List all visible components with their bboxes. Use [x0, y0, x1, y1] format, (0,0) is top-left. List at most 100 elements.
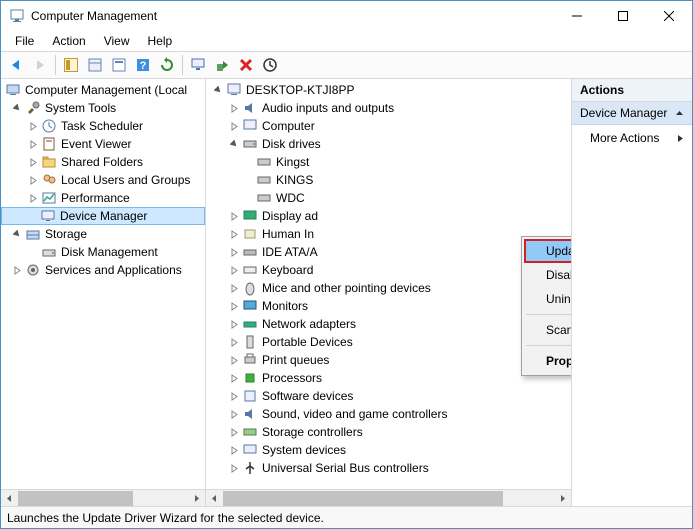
back-icon[interactable]: [5, 54, 27, 76]
tree-item[interactable]: Local Users and Groups: [1, 171, 205, 189]
expand-icon[interactable]: [228, 390, 240, 402]
expand-icon[interactable]: [228, 228, 240, 240]
uninstall-icon[interactable]: [235, 54, 257, 76]
scrollbar-horizontal[interactable]: [1, 489, 205, 506]
expand-icon[interactable]: [228, 354, 240, 366]
more-actions[interactable]: More Actions: [572, 125, 692, 151]
scroll-thumb[interactable]: [223, 491, 503, 506]
expand-icon[interactable]: [228, 246, 240, 258]
dev-category[interactable]: Mice and other pointing devices: [206, 279, 571, 297]
tree-root[interactable]: Computer Management (Local: [1, 81, 205, 99]
dev-category[interactable]: Computer: [206, 117, 571, 135]
scroll-right-icon[interactable]: [554, 490, 571, 507]
dev-category[interactable]: Network adapters: [206, 315, 571, 333]
scroll-left-icon[interactable]: [1, 490, 18, 507]
dev-category[interactable]: Print queues: [206, 351, 571, 369]
tree-systools[interactable]: System Tools: [1, 99, 205, 117]
collapse-icon[interactable]: [228, 138, 240, 150]
dev-category[interactable]: Universal Serial Bus controllers: [206, 459, 571, 477]
console-tree[interactable]: Computer Management (Local System Tools …: [1, 79, 205, 489]
expand-icon[interactable]: [228, 444, 240, 456]
dev-root[interactable]: DESKTOP-KTJI8PP: [206, 81, 571, 99]
update-driver-icon[interactable]: [211, 54, 233, 76]
menu-file[interactable]: File: [7, 32, 42, 50]
menu-view[interactable]: View: [96, 32, 138, 50]
dev-category[interactable]: Software devices: [206, 387, 571, 405]
expand-icon[interactable]: [27, 138, 39, 150]
scrollbar-horizontal[interactable]: [206, 489, 571, 506]
expand-icon[interactable]: [27, 120, 39, 132]
forward-icon[interactable]: [29, 54, 51, 76]
ctx-uninstall-device[interactable]: Uninstall device: [524, 287, 572, 311]
dev-category[interactable]: Processors: [206, 369, 571, 387]
dev-category[interactable]: Sound, video and game controllers: [206, 405, 571, 423]
menu-help[interactable]: Help: [140, 32, 181, 50]
expand-icon[interactable]: [228, 102, 240, 114]
dev-category[interactable]: Human In: [206, 225, 571, 243]
disk-icon: [242, 136, 258, 152]
ctx-scan-hardware[interactable]: Scan for hardware changes: [524, 318, 572, 342]
expand-icon[interactable]: [11, 264, 23, 276]
tree-services[interactable]: Services and Applications: [1, 261, 205, 279]
expand-icon[interactable]: [228, 426, 240, 438]
properties-icon[interactable]: [84, 54, 106, 76]
device-tree[interactable]: DESKTOP-KTJI8PP Audio inputs and outputs…: [206, 79, 571, 489]
collapse-icon[interactable]: [11, 228, 23, 240]
expand-icon[interactable]: [27, 174, 39, 186]
monitor-icon[interactable]: [187, 54, 209, 76]
tree-item[interactable]: Disk Management: [1, 243, 205, 261]
dev-disk-drives[interactable]: Disk drives: [206, 135, 571, 153]
expand-icon[interactable]: [228, 318, 240, 330]
maximize-button[interactable]: [600, 1, 646, 31]
export-icon[interactable]: [108, 54, 130, 76]
scroll-thumb[interactable]: [18, 491, 133, 506]
left-pane: Computer Management (Local System Tools …: [1, 79, 206, 506]
expand-icon[interactable]: [27, 192, 39, 204]
expand-icon[interactable]: [228, 210, 240, 222]
tree-storage[interactable]: Storage: [1, 225, 205, 243]
app-icon: [9, 8, 25, 24]
disk-mgmt-icon: [41, 244, 57, 260]
dev-category[interactable]: IDE ATA/A: [206, 243, 571, 261]
show-hide-tree-icon[interactable]: [60, 54, 82, 76]
dev-category[interactable]: Portable Devices: [206, 333, 571, 351]
minimize-button[interactable]: [554, 1, 600, 31]
scroll-right-icon[interactable]: [188, 490, 205, 507]
tree-item-device-manager[interactable]: Device Manager: [1, 207, 205, 225]
tree-item[interactable]: Event Viewer: [1, 135, 205, 153]
tree-item[interactable]: Performance: [1, 189, 205, 207]
expand-icon[interactable]: [228, 300, 240, 312]
menu-action[interactable]: Action: [44, 32, 93, 50]
tree-item[interactable]: Task Scheduler: [1, 117, 205, 135]
tree-item[interactable]: Shared Folders: [1, 153, 205, 171]
dev-disk-item[interactable]: KINGS: [206, 171, 571, 189]
dev-disk-item[interactable]: WDC: [206, 189, 571, 207]
close-button[interactable]: [646, 1, 692, 31]
ctx-disable-device[interactable]: Disable device: [524, 263, 572, 287]
scroll-left-icon[interactable]: [206, 490, 223, 507]
collapse-icon[interactable]: [11, 102, 23, 114]
actions-section[interactable]: Device Manager: [572, 102, 692, 125]
expand-icon[interactable]: [228, 372, 240, 384]
scan-hardware-icon[interactable]: [259, 54, 281, 76]
expand-icon[interactable]: [228, 282, 240, 294]
expand-icon[interactable]: [228, 264, 240, 276]
dev-disk-item[interactable]: Kingst: [206, 153, 571, 171]
collapse-icon[interactable]: [212, 84, 224, 96]
help-icon[interactable]: ?: [132, 54, 154, 76]
dev-category[interactable]: Display ad: [206, 207, 571, 225]
expand-icon[interactable]: [228, 120, 240, 132]
ctx-update-driver[interactable]: Update driver: [524, 239, 572, 263]
ctx-properties[interactable]: Properties: [524, 349, 572, 373]
refresh-icon[interactable]: [156, 54, 178, 76]
dev-category[interactable]: Audio inputs and outputs: [206, 99, 571, 117]
dev-category[interactable]: System devices: [206, 441, 571, 459]
expand-icon[interactable]: [228, 408, 240, 420]
expand-icon[interactable]: [228, 462, 240, 474]
expand-icon[interactable]: [27, 156, 39, 168]
dev-category[interactable]: Monitors: [206, 297, 571, 315]
expand-icon[interactable]: [228, 336, 240, 348]
dev-label: Storage controllers: [262, 425, 363, 439]
dev-category[interactable]: Keyboard: [206, 261, 571, 279]
dev-category[interactable]: Storage controllers: [206, 423, 571, 441]
